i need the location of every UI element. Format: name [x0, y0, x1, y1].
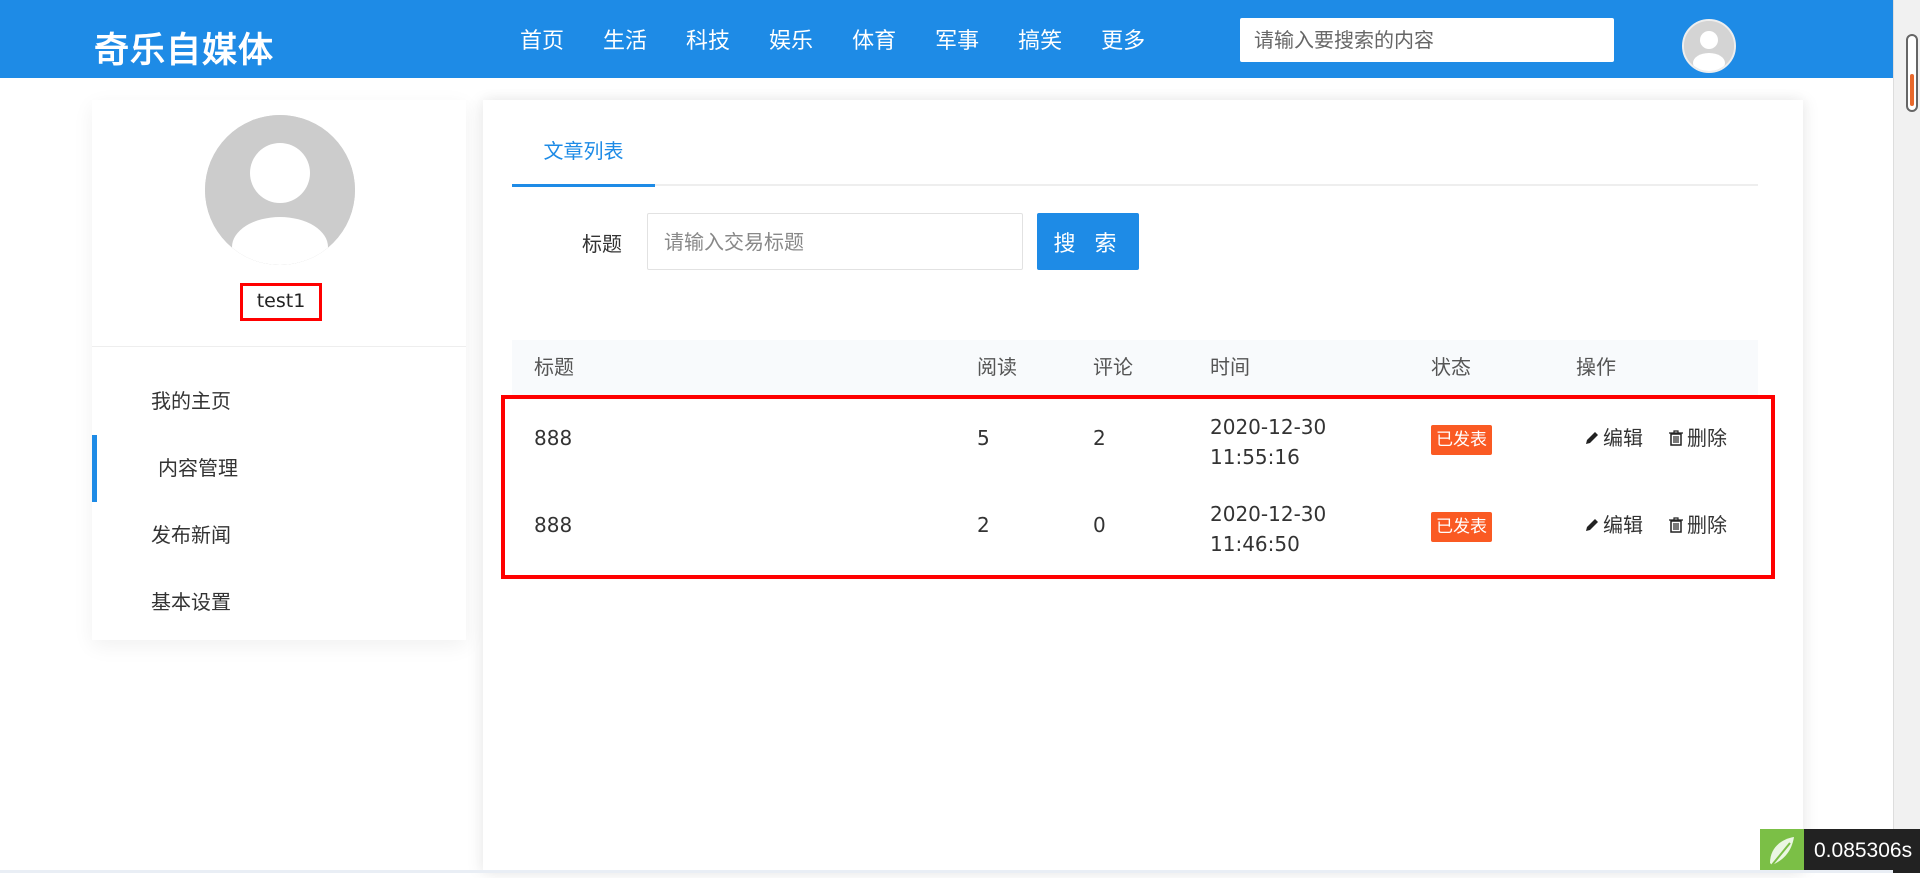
page-scrollbar[interactable] — [1893, 0, 1920, 873]
top-navbar: 奇乐自媒体 首页 生活 科技 娱乐 体育 军事 搞笑 更多 — [0, 0, 1893, 78]
load-timer: 0.085306s — [1760, 829, 1920, 873]
table-row: 888 5 2 2020-12-30 11:55:16 已发表 编辑 删除 — [512, 395, 1758, 482]
article-table: 标题 阅读 评论 时间 状态 操作 888 5 2 2020-12-30 11:… — [512, 340, 1758, 569]
trash-icon — [1669, 517, 1683, 533]
site-logo[interactable]: 奇乐自媒体 — [94, 22, 274, 71]
nav-item-entertainment[interactable]: 娱乐 — [769, 26, 813, 58]
status-badge: 已发表 — [1431, 512, 1492, 542]
cell-comments: 2 — [1093, 426, 1106, 450]
nav-item-sports[interactable]: 体育 — [852, 26, 896, 58]
cell-reads: 5 — [977, 426, 990, 450]
column-header-actions: 操作 — [1576, 355, 1616, 379]
cell-clock: 11:55:16 — [1210, 445, 1300, 469]
nav-item-tech[interactable]: 科技 — [686, 26, 730, 58]
column-header-status: 状态 — [1431, 355, 1471, 379]
delete-button[interactable]: 删除 — [1668, 426, 1727, 450]
tab-article-list[interactable]: 文章列表 — [512, 136, 655, 187]
cell-clock: 11:46:50 — [1210, 532, 1300, 556]
cell-reads: 2 — [977, 513, 990, 537]
timer-value: 0.085306s — [1814, 839, 1913, 862]
scrollbar-thumb[interactable] — [1906, 34, 1918, 112]
sidebar-item-content-management[interactable]: 内容管理 — [92, 435, 466, 502]
cell-date: 2020-12-30 — [1210, 502, 1327, 526]
nav-item-funny[interactable]: 搞笑 — [1018, 26, 1062, 58]
user-avatar-icon[interactable] — [1682, 19, 1736, 73]
cell-time: 2020-12-30 11:55:16 — [1210, 412, 1350, 472]
column-header-time: 时间 — [1210, 355, 1250, 379]
sidebar-item-homepage[interactable]: 我的主页 — [92, 368, 466, 435]
edit-button[interactable]: 编辑 — [1584, 513, 1643, 537]
status-badge: 已发表 — [1431, 425, 1492, 455]
table-row: 888 2 0 2020-12-30 11:46:50 已发表 编辑 删除 — [512, 482, 1758, 569]
cell-time: 2020-12-30 11:46:50 — [1210, 499, 1350, 559]
nav-item-life[interactable]: 生活 — [603, 26, 647, 58]
profile-sidebar: test1 我的主页 内容管理 发布新闻 基本设置 — [92, 100, 466, 640]
title-filter-label: 标题 — [582, 232, 622, 256]
site-search-input[interactable] — [1240, 18, 1614, 62]
cell-date: 2020-12-30 — [1210, 415, 1327, 439]
edit-label: 编辑 — [1603, 426, 1643, 450]
table-header: 标题 阅读 评论 时间 状态 操作 — [512, 340, 1758, 395]
profile-avatar-icon — [205, 115, 355, 265]
nav-item-more[interactable]: 更多 — [1101, 26, 1145, 58]
nav-item-military[interactable]: 军事 — [935, 26, 979, 58]
trash-icon — [1669, 430, 1683, 446]
delete-button[interactable]: 删除 — [1668, 513, 1727, 537]
pencil-icon — [1586, 519, 1598, 531]
nav-item-home[interactable]: 首页 — [520, 26, 564, 58]
column-header-title: 标题 — [534, 355, 574, 379]
leaf-logo-icon — [1760, 829, 1804, 873]
table-body: 888 5 2 2020-12-30 11:55:16 已发表 编辑 删除 88… — [512, 395, 1758, 569]
content-panel: 文章列表 标题 搜 索 标题 阅读 评论 时间 状态 操作 888 5 2 20… — [483, 100, 1803, 873]
cell-comments: 0 — [1093, 513, 1106, 537]
edit-button[interactable]: 编辑 — [1584, 426, 1643, 450]
main-nav: 首页 生活 科技 娱乐 体育 军事 搞笑 更多 — [520, 26, 1184, 58]
edit-label: 编辑 — [1603, 513, 1643, 537]
username: test1 — [240, 283, 322, 321]
divider — [92, 346, 466, 347]
title-filter-input[interactable] — [647, 213, 1023, 270]
cell-title[interactable]: 888 — [534, 513, 572, 537]
column-header-reads: 阅读 — [977, 355, 1017, 379]
search-button[interactable]: 搜 索 — [1037, 213, 1139, 270]
pencil-icon — [1586, 432, 1598, 444]
tab-bar: 文章列表 — [512, 136, 1758, 187]
sidebar-item-publish-news[interactable]: 发布新闻 — [92, 502, 466, 569]
cell-title[interactable]: 888 — [534, 426, 572, 450]
column-header-comments: 评论 — [1093, 355, 1133, 379]
delete-label: 删除 — [1687, 513, 1727, 537]
sidebar-item-basic-settings[interactable]: 基本设置 — [92, 569, 466, 636]
sidebar-menu: 我的主页 内容管理 发布新闻 基本设置 — [92, 368, 466, 636]
delete-label: 删除 — [1687, 426, 1727, 450]
